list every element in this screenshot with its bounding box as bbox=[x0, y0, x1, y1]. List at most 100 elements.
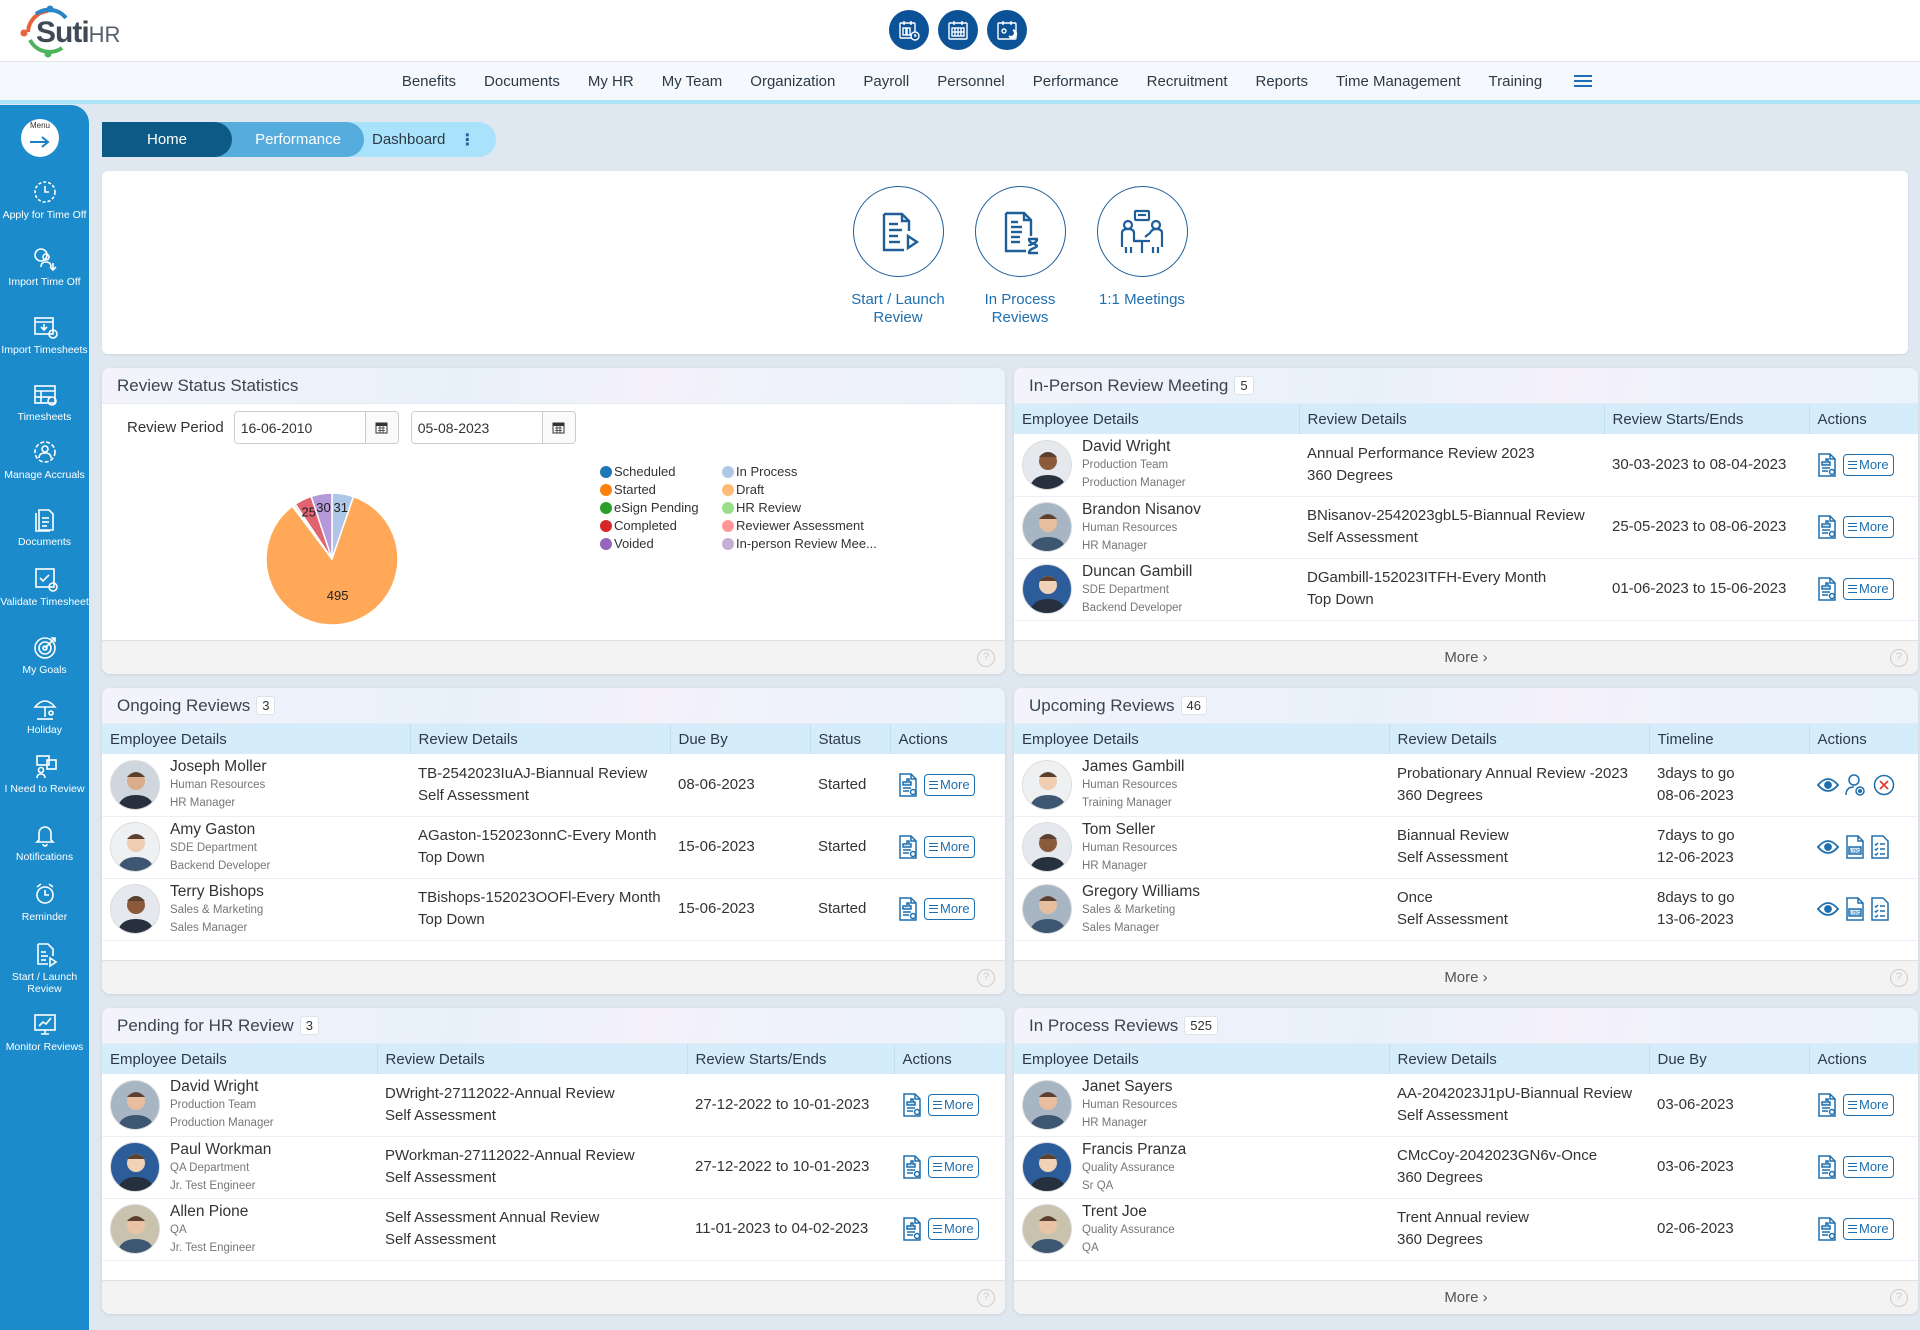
breadcrumb-performance[interactable]: Performance bbox=[214, 122, 364, 157]
breadcrumb-dashboard[interactable]: Dashboard ⋮ bbox=[346, 122, 496, 157]
sidebar-item-reminder[interactable]: Reminder bbox=[0, 880, 89, 923]
nav-item-documents[interactable]: Documents bbox=[470, 73, 574, 90]
legend-item-started[interactable]: Started bbox=[600, 482, 722, 497]
view-eye-icon[interactable] bbox=[1817, 839, 1839, 855]
kebab-menu-icon[interactable]: ⋮ bbox=[459, 130, 475, 150]
one-on-one-meetings-action[interactable]: 1:1 Meetings bbox=[1072, 186, 1212, 309]
period-to-input[interactable] bbox=[411, 412, 542, 443]
employee-details[interactable]: Trent Joe Quality Assurance QA bbox=[1022, 1202, 1381, 1257]
review-document-icon[interactable] bbox=[902, 1093, 922, 1117]
sidebar-item-start-launch-review[interactable]: Start / Launch Review bbox=[0, 940, 89, 995]
nav-item-time-management[interactable]: Time Management bbox=[1322, 73, 1475, 90]
review-document-icon[interactable] bbox=[898, 835, 918, 859]
more-button[interactable]: More bbox=[928, 1156, 979, 1178]
employee-details[interactable]: Gregory Williams Sales & Marketing Sales M… bbox=[1022, 882, 1381, 937]
hamburger-menu-icon[interactable] bbox=[1574, 75, 1593, 87]
review-document-icon[interactable] bbox=[1817, 577, 1837, 601]
calendar-icon[interactable] bbox=[541, 412, 575, 443]
review-document-icon[interactable] bbox=[1817, 1217, 1837, 1241]
sidebar-item-manage-accruals[interactable]: Manage Accruals bbox=[0, 438, 89, 481]
more-button[interactable]: More bbox=[924, 836, 975, 858]
more-button[interactable]: More bbox=[1843, 578, 1894, 600]
cancel-icon[interactable] bbox=[1873, 774, 1895, 796]
nav-item-benefits[interactable]: Benefits bbox=[388, 73, 470, 90]
legend-item-hr-review[interactable]: HR Review bbox=[722, 500, 882, 515]
review-document-icon[interactable] bbox=[902, 1217, 922, 1241]
help-icon[interactable]: ? bbox=[1890, 969, 1908, 987]
period-from-input[interactable] bbox=[234, 412, 365, 443]
nav-item-reports[interactable]: Reports bbox=[1242, 73, 1323, 90]
legend-item-voided[interactable]: Voided bbox=[600, 536, 722, 551]
more-button[interactable]: More bbox=[928, 1093, 979, 1116]
employee-details[interactable]: Janet Sayers Human Resources HR Manager bbox=[1022, 1077, 1381, 1132]
employee-details[interactable]: Paul Workman QA Department Jr. Test Engine… bbox=[110, 1140, 369, 1195]
more-button[interactable]: More bbox=[928, 1218, 979, 1240]
start-launch-review-action[interactable]: Start / Launch Review bbox=[828, 186, 968, 327]
legend-item-completed[interactable]: Completed bbox=[600, 518, 722, 533]
employee-details[interactable]: Joseph Moller Human Resources HR Manager bbox=[110, 757, 402, 812]
in-process-reviews-action[interactable]: In Process Reviews bbox=[950, 186, 1090, 327]
help-icon[interactable]: ? bbox=[977, 969, 995, 987]
employee-details[interactable]: Tom Seller Human Resources HR Manager bbox=[1022, 820, 1381, 875]
sutihr-logo[interactable]: SutiHR bbox=[14, 4, 120, 58]
more-button[interactable]: More bbox=[1843, 1093, 1894, 1116]
sidebar-item-monitor-reviews[interactable]: Monitor Reviews bbox=[0, 1010, 89, 1053]
view-eye-icon[interactable] bbox=[1817, 901, 1839, 917]
help-icon[interactable]: ? bbox=[977, 1289, 995, 1307]
checklist-icon[interactable] bbox=[1871, 897, 1889, 921]
sidebar-item-my-goals[interactable]: My Goals bbox=[0, 633, 89, 676]
more-button[interactable]: More bbox=[1843, 453, 1894, 476]
legend-item-scheduled[interactable]: Scheduled bbox=[600, 464, 722, 479]
employee-details[interactable]: Allen Pione QA Jr. Test Engineer bbox=[110, 1202, 369, 1257]
employee-details[interactable]: James Gambill Human Resources Training Man… bbox=[1022, 757, 1381, 812]
nav-item-payroll[interactable]: Payroll bbox=[849, 73, 923, 90]
sidebar-item-i-need-to-review[interactable]: I Need to Review bbox=[0, 752, 89, 795]
sidebar-item-timesheets[interactable]: Timesheets bbox=[0, 380, 89, 423]
sidebar-item-import-time-off[interactable]: Import Time Off bbox=[0, 245, 89, 288]
calendar-icon[interactable] bbox=[938, 10, 978, 50]
checklist-icon[interactable] bbox=[1871, 835, 1889, 859]
sidebar-item-validate-timesheet[interactable]: Validate Timesheet bbox=[0, 565, 89, 608]
employee-details[interactable]: Duncan Gambill SDE Department Backend Deve… bbox=[1022, 562, 1291, 617]
reviewer-icon[interactable] bbox=[1845, 773, 1867, 797]
log-document-icon[interactable]: LOG bbox=[1845, 897, 1865, 921]
sidebar-item-import-timesheets[interactable]: Import Timesheets bbox=[0, 313, 89, 356]
more-button[interactable]: More bbox=[1843, 516, 1894, 538]
review-document-icon[interactable] bbox=[1817, 515, 1837, 539]
breadcrumb-home[interactable]: Home bbox=[102, 122, 232, 157]
more-button[interactable]: More bbox=[924, 773, 975, 796]
legend-item-reviewer-assessment[interactable]: Reviewer Assessment bbox=[722, 518, 882, 533]
help-icon[interactable]: ? bbox=[977, 649, 995, 667]
holiday-calendar-icon[interactable] bbox=[987, 10, 1027, 50]
view-eye-icon[interactable] bbox=[1817, 777, 1839, 793]
review-document-icon[interactable] bbox=[1817, 1093, 1837, 1117]
calendar-icon[interactable] bbox=[364, 412, 398, 443]
more-button[interactable]: More bbox=[1843, 1218, 1894, 1240]
review-document-icon[interactable] bbox=[898, 773, 918, 797]
review-document-icon[interactable] bbox=[1817, 1155, 1837, 1179]
employee-details[interactable]: Amy Gaston SDE Department Backend Develope… bbox=[110, 820, 402, 875]
employee-details[interactable]: David Wright Production Team Production Ma… bbox=[1022, 437, 1291, 492]
sidebar-item-notifications[interactable]: Notifications bbox=[0, 820, 89, 863]
legend-item-in-process[interactable]: In Process bbox=[722, 464, 882, 479]
nav-item-my-team[interactable]: My Team bbox=[648, 73, 737, 90]
employee-details[interactable]: Francis Pranza Quality Assurance Sr QA bbox=[1022, 1140, 1381, 1195]
sidebar-item-apply-for-time-off[interactable]: Apply for Time Off bbox=[0, 178, 89, 221]
menu-toggle-button[interactable]: Menu bbox=[21, 119, 59, 157]
more-link[interactable]: More › bbox=[1444, 649, 1487, 666]
nav-item-recruitment[interactable]: Recruitment bbox=[1133, 73, 1242, 90]
nav-item-personnel[interactable]: Personnel bbox=[923, 73, 1019, 90]
legend-item-in-person-review-mee[interactable]: In-person Review Mee... bbox=[722, 536, 882, 551]
legend-item-draft[interactable]: Draft bbox=[722, 482, 882, 497]
employee-details[interactable]: Brandon Nisanov Human Resources HR Manager bbox=[1022, 500, 1291, 555]
review-document-icon[interactable] bbox=[902, 1155, 922, 1179]
legend-item-esign-pending[interactable]: eSign Pending bbox=[600, 500, 722, 515]
more-button[interactable]: More bbox=[1843, 1156, 1894, 1178]
nav-item-organization[interactable]: Organization bbox=[736, 73, 849, 90]
employee-details[interactable]: Terry Bishops Sales & Marketing Sales Mana… bbox=[110, 882, 402, 937]
help-icon[interactable]: ? bbox=[1890, 1289, 1908, 1307]
help-icon[interactable]: ? bbox=[1890, 649, 1908, 667]
nav-item-my-hr[interactable]: My HR bbox=[574, 73, 648, 90]
log-document-icon[interactable]: LOG bbox=[1845, 835, 1865, 859]
more-link[interactable]: More › bbox=[1444, 1289, 1487, 1306]
